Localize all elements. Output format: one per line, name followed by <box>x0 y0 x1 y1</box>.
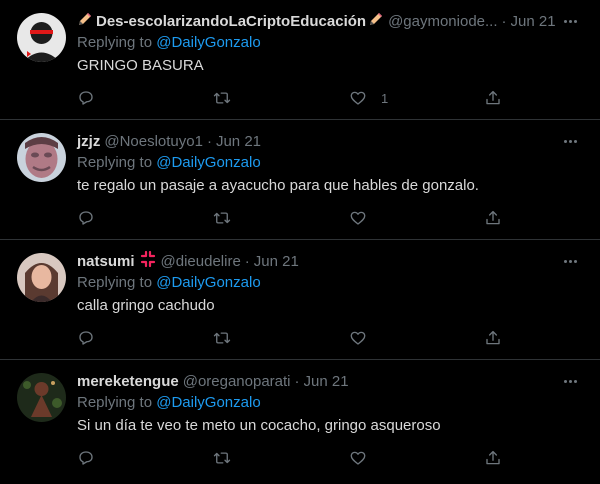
like-icon <box>350 451 366 465</box>
reply-button[interactable] <box>77 327 95 349</box>
display-name[interactable]: jzjz <box>77 133 100 150</box>
share-button[interactable] <box>484 327 502 349</box>
avatar[interactable] <box>17 253 66 302</box>
replying-label: Replying to <box>77 394 153 411</box>
reply-feed: Des-escolarizandoLaCriptoEducación @gaym… <box>0 0 600 484</box>
reply-button[interactable] <box>77 207 95 229</box>
reply-button[interactable] <box>77 447 95 469</box>
tweet-header: natsumi @dieudelire · Jun 21 <box>77 250 584 272</box>
retweet-icon <box>213 452 231 464</box>
reply-to-handle[interactable]: @DailyGonzalo <box>156 274 260 291</box>
share-icon <box>486 330 500 345</box>
like-count: 1 <box>381 90 389 106</box>
separator-dot: · <box>206 132 212 150</box>
share-button[interactable] <box>484 87 502 109</box>
user-handle[interactable]: @dieudelire <box>161 253 241 270</box>
avatar[interactable] <box>17 373 66 422</box>
like-icon <box>350 211 366 225</box>
tweet-actions <box>77 447 517 469</box>
reply-icon <box>79 451 93 465</box>
tweet-date[interactable]: Jun 21 <box>304 373 349 390</box>
tweet-text: calla gringo cachudo <box>77 297 215 314</box>
tweet-4[interactable]: mereketengue @oreganoparati · Jun 21 Rep… <box>0 360 600 480</box>
tweet-header: jzjz @Noeslotuyo1 · Jun 21 <box>77 130 584 152</box>
replying-label: Replying to <box>77 154 153 171</box>
display-name[interactable]: Des-escolarizandoLaCriptoEducación <box>96 13 366 30</box>
pencil-icon <box>77 11 93 31</box>
tweet-date[interactable]: Jun 21 <box>216 133 261 150</box>
retweet-icon <box>213 92 231 104</box>
more-options-icon[interactable] <box>560 254 580 268</box>
reply-icon <box>79 331 93 345</box>
retweet-button[interactable] <box>213 87 231 109</box>
reply-to-handle[interactable]: @DailyGonzalo <box>156 34 260 51</box>
replying-label: Replying to <box>77 274 153 291</box>
more-options-icon[interactable] <box>560 374 580 388</box>
tweet-actions <box>77 207 517 229</box>
display-name[interactable]: natsumi <box>77 253 135 270</box>
more-options-icon[interactable] <box>560 14 580 28</box>
share-icon <box>486 210 500 225</box>
tweet-date[interactable]: Jun 21 <box>511 13 556 30</box>
avatar[interactable] <box>17 13 66 62</box>
like-button[interactable]: 1 <box>349 87 388 109</box>
tweet-date[interactable]: Jun 21 <box>254 253 299 270</box>
tweet-3[interactable]: natsumi @dieudelire · Jun 21 Replying to… <box>0 240 600 360</box>
share-icon <box>486 450 500 465</box>
user-handle[interactable]: @oreganoparati <box>183 373 291 390</box>
replying-to: Replying to @DailyGonzalo <box>77 394 584 415</box>
separator-dot: · <box>294 372 300 390</box>
separator-dot: · <box>501 12 507 30</box>
more-options-icon[interactable] <box>560 134 580 148</box>
user-handle[interactable]: @Noeslotuyo1 <box>104 133 203 150</box>
retweet-icon <box>213 212 231 224</box>
retweet-button[interactable] <box>213 447 231 469</box>
tweet-text: Si un día te veo te meto un cocacho, gri… <box>77 417 441 434</box>
like-button[interactable] <box>349 447 381 469</box>
replying-to: Replying to @DailyGonzalo <box>77 154 584 175</box>
avatar[interactable] <box>17 133 66 182</box>
tweet-header: Des-escolarizandoLaCriptoEducación @gaym… <box>77 10 584 32</box>
like-button[interactable] <box>349 327 381 349</box>
tweet-1[interactable]: Des-escolarizandoLaCriptoEducación @gaym… <box>0 0 600 120</box>
reply-icon <box>79 91 93 105</box>
reply-icon <box>79 211 93 225</box>
user-handle[interactable]: @gaymoniode... <box>388 13 497 30</box>
retweet-icon <box>213 332 231 344</box>
replying-label: Replying to <box>77 34 153 51</box>
replying-to: Replying to @DailyGonzalo <box>77 274 584 295</box>
share-icon <box>486 90 500 105</box>
share-button[interactable] <box>484 447 502 469</box>
retweet-button[interactable] <box>213 327 231 349</box>
tweet-actions <box>77 327 517 349</box>
reply-to-handle[interactable]: @DailyGonzalo <box>156 394 260 411</box>
like-icon <box>350 331 366 345</box>
tweet-actions: 1 <box>77 87 517 109</box>
like-button[interactable] <box>349 207 381 229</box>
retweet-button[interactable] <box>213 207 231 229</box>
tweet-text: GRINGO BASURA <box>77 57 204 74</box>
tweet-2[interactable]: jzjz @Noeslotuyo1 · Jun 21 Replying to @… <box>0 120 600 240</box>
separator-dot: · <box>244 252 250 270</box>
display-name[interactable]: mereketengue <box>77 373 179 390</box>
tweet-header: mereketengue @oreganoparati · Jun 21 <box>77 370 584 392</box>
replying-to: Replying to @DailyGonzalo <box>77 34 584 55</box>
reply-button[interactable] <box>77 87 95 109</box>
share-button[interactable] <box>484 207 502 229</box>
like-icon <box>350 91 366 105</box>
pencil-icon <box>368 11 384 31</box>
anger-symbol-icon <box>139 250 157 272</box>
tweet-text: te regalo un pasaje a ayacucho para que … <box>77 177 479 194</box>
reply-to-handle[interactable]: @DailyGonzalo <box>156 154 260 171</box>
